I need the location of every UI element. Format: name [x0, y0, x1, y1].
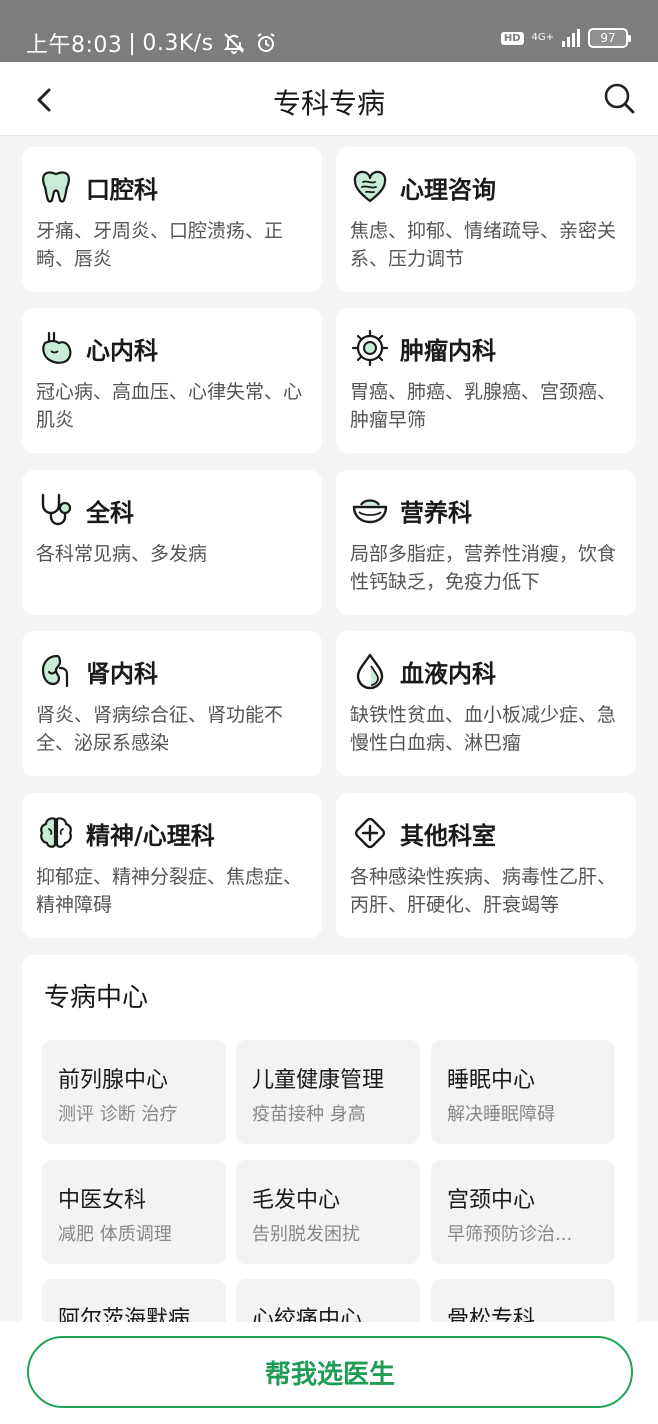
center-item[interactable]: 宫颈中心 早筛预防诊治... [431, 1160, 615, 1264]
heart-organ-icon [36, 328, 76, 368]
dept-card-dental[interactable]: 口腔科 牙痛、牙周炎、口腔溃疡、正畸、唇炎 [22, 147, 322, 292]
network-speed: 0.3K/s [142, 30, 214, 56]
dept-desc: 冠心病、高血压、心律失常、心肌炎 [36, 381, 303, 431]
dept-name: 精神/心理科 [86, 821, 215, 850]
dept-card-cardiology[interactable]: 心内科 冠心病、高血压、心律失常、心肌炎 [22, 308, 322, 453]
hd-badge: HD [500, 31, 524, 45]
dept-card-hematology[interactable]: 血液内科 缺铁性贫血、血小板减少症、急慢性白血病、淋巴瘤 [336, 631, 636, 776]
alarm-icon [254, 31, 278, 55]
network-type: 4G+ [531, 32, 555, 43]
center-item[interactable]: 睡眠中心 解决睡眠障碍 [431, 1040, 615, 1144]
bowl-icon [350, 490, 390, 530]
center-item[interactable]: 毛发中心 告别脱发困扰 [236, 1160, 420, 1264]
battery-icon: 97 [588, 28, 631, 48]
dept-name: 其他科室 [400, 821, 496, 850]
tumor-cell-icon [350, 328, 390, 368]
section-title: 专病中心 [44, 983, 149, 1013]
dept-card-nephrology[interactable]: 肾内科 肾炎、肾病综合征、肾功能不全、泌尿系感染 [22, 631, 322, 776]
status-left: 上午8:03 | 0.3K/s [26, 27, 278, 59]
dept-desc: 肾炎、肾病综合征、肾功能不全、泌尿系感染 [36, 704, 284, 754]
center-item-sub: 疫苗接种 身高 [252, 1104, 366, 1125]
tooth-icon [36, 167, 76, 207]
search-button[interactable] [602, 81, 636, 115]
center-item-title: 睡眠中心 [447, 1068, 536, 1093]
center-item-sub: 早筛预防诊治... [447, 1224, 573, 1245]
dept-desc: 各科常见病、多发病 [36, 543, 208, 565]
dept-desc: 牙痛、牙周炎、口腔溃疡、正畸、唇炎 [36, 220, 284, 270]
search-icon [604, 83, 635, 114]
center-item-sub: 解决睡眠障碍 [447, 1104, 555, 1125]
center-item[interactable]: 前列腺中心 测评 诊断 治疗 [42, 1040, 226, 1144]
dept-name: 营养科 [400, 498, 472, 527]
dept-name: 全科 [86, 498, 134, 527]
dept-name: 心内科 [86, 336, 158, 365]
center-item-sub: 告别脱发困扰 [252, 1224, 360, 1245]
battery-level: 97 [600, 31, 616, 45]
dept-card-counseling[interactable]: 心理咨询 焦虑、抑郁、情绪疏导、亲密关系、压力调节 [336, 147, 636, 292]
dept-desc: 局部多脂症，营养性消瘦，饮食性钙缺乏，免疫力低下 [350, 543, 617, 593]
center-item-title: 儿童健康管理 [252, 1068, 385, 1093]
center-item-title: 毛发中心 [252, 1188, 341, 1213]
choose-doctor-button[interactable]: 帮我选医生 [27, 1336, 633, 1408]
dept-name: 口腔科 [86, 175, 158, 204]
dept-name: 心理咨询 [400, 175, 496, 204]
plus-diamond-icon [350, 813, 390, 853]
signal-icon [562, 29, 580, 47]
stethoscope-icon [36, 490, 76, 530]
dept-desc: 缺铁性贫血、血小板减少症、急慢性白血病、淋巴瘤 [350, 704, 617, 754]
center-item-title: 宫颈中心 [447, 1188, 536, 1213]
dept-desc: 各种感染性疾病、病毒性乙肝、丙肝、肝硬化、肝衰竭等 [350, 866, 617, 916]
dept-name: 肾内科 [86, 659, 158, 688]
nav-header: 专科专病 [0, 62, 658, 136]
center-item[interactable]: 儿童健康管理 疫苗接种 身高 [236, 1040, 420, 1144]
dept-desc: 抑郁症、精神分裂症、焦虑症、精神障碍 [36, 866, 303, 916]
center-item-title: 前列腺中心 [58, 1068, 169, 1093]
blood-drop-icon [350, 651, 390, 691]
dept-desc: 焦虑、抑郁、情绪疏导、亲密关系、压力调节 [350, 220, 617, 270]
status-bar: 上午8:03 | 0.3K/s HD 4G+ 97 [0, 0, 658, 62]
bell-muted-icon [222, 31, 246, 55]
center-item[interactable]: 中医女科 减肥 体质调理 [42, 1160, 226, 1264]
kidney-icon [36, 651, 76, 691]
dept-card-other[interactable]: 其他科室 各种感染性疾病、病毒性乙肝、丙肝、肝硬化、肝衰竭等 [336, 793, 636, 938]
page-title: 专科专病 [272, 87, 385, 120]
dept-desc: 胃癌、肺癌、乳腺癌、宫颈癌、肿瘤早筛 [350, 381, 617, 431]
dept-card-general[interactable]: 全科 各科常见病、多发病 [22, 470, 322, 615]
dept-card-nutrition[interactable]: 营养科 局部多脂症，营养性消瘦，饮食性钙缺乏，免疫力低下 [336, 470, 636, 615]
bottom-bar: 帮我选医生 [0, 1322, 658, 1424]
status-time: 上午8:03 [26, 33, 123, 58]
dept-name: 肿瘤内科 [400, 336, 496, 365]
dept-card-psychiatry[interactable]: 精神/心理科 抑郁症、精神分裂症、焦虑症、精神障碍 [22, 793, 322, 938]
heart-mind-icon [350, 167, 390, 207]
dept-card-oncology[interactable]: 肿瘤内科 胃癌、肺癌、乳腺癌、宫颈癌、肿瘤早筛 [336, 308, 636, 453]
status-right: HD 4G+ 97 [500, 28, 631, 48]
center-item-sub: 减肥 体质调理 [58, 1224, 172, 1245]
center-item-sub: 测评 诊断 治疗 [58, 1104, 178, 1125]
brain-icon [36, 813, 76, 853]
dept-name: 血液内科 [400, 659, 496, 688]
center-item-title: 中医女科 [58, 1188, 147, 1213]
